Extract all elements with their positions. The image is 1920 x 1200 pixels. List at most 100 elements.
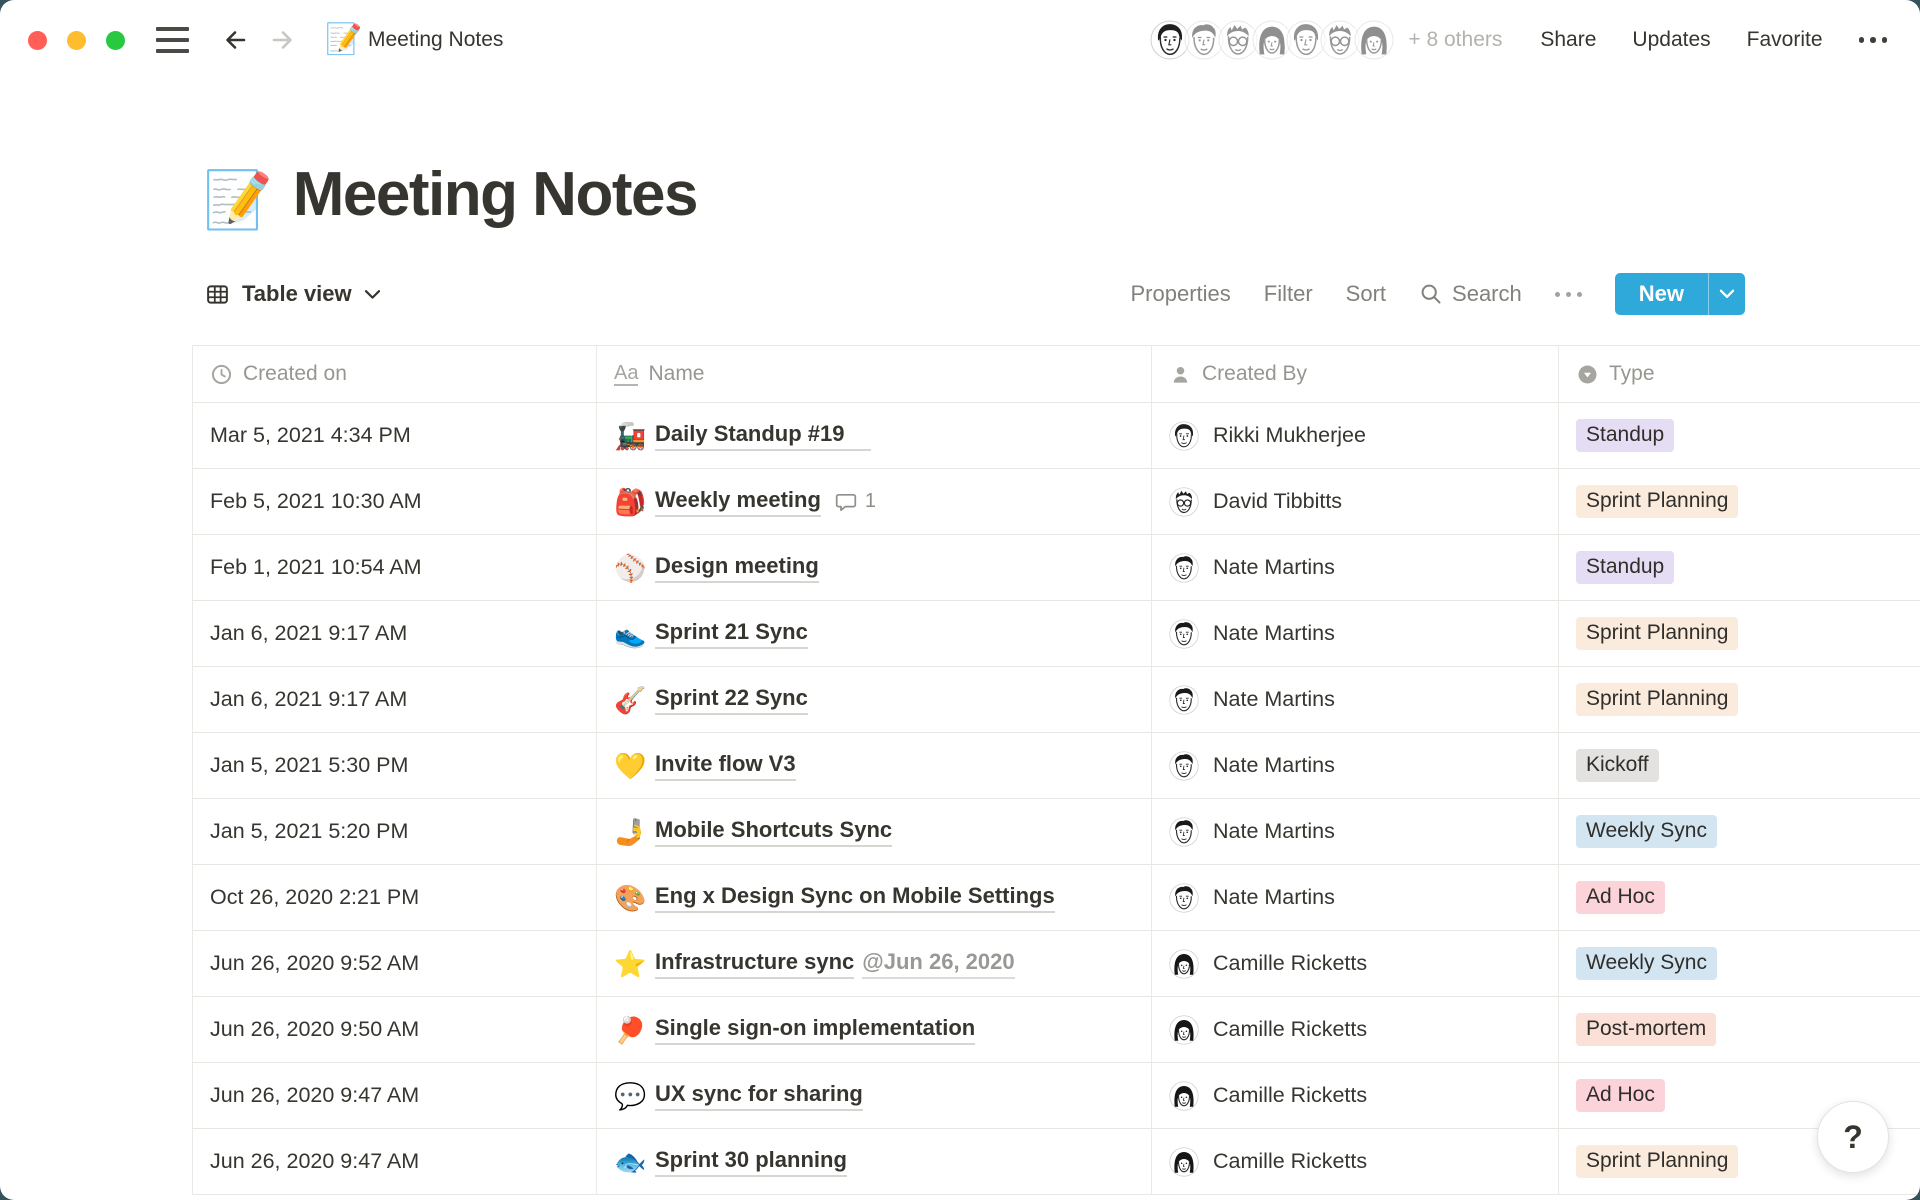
updates-button[interactable]: Updates (1632, 28, 1710, 52)
name-cell[interactable]: 💬 UX sync for sharing (597, 1063, 1152, 1128)
type-badge[interactable]: Sprint Planning (1576, 485, 1738, 518)
created-by-cell[interactable]: Nate Martins (1152, 733, 1559, 798)
favorite-button[interactable]: Favorite (1747, 28, 1823, 52)
help-button[interactable]: ? (1817, 1101, 1889, 1173)
type-badge[interactable]: Sprint Planning (1576, 617, 1738, 650)
created-by-cell[interactable]: David Tibbitts (1152, 469, 1559, 534)
comment-indicator[interactable]: 1 (834, 490, 876, 514)
name-cell[interactable]: 💛 Invite flow V3 (597, 733, 1152, 798)
created-on-cell[interactable]: Jun 26, 2020 9:52 AM (193, 931, 597, 996)
page-link[interactable]: Weekly meeting (655, 487, 821, 517)
type-cell[interactable]: Post-mortem (1559, 997, 1920, 1062)
created-on-cell[interactable]: Feb 1, 2021 10:54 AM (193, 535, 597, 600)
created-by-cell[interactable]: Camille Ricketts (1152, 931, 1559, 996)
type-badge[interactable]: Weekly Sync (1576, 947, 1717, 980)
sort-button[interactable]: Sort (1346, 281, 1386, 307)
share-button[interactable]: Share (1540, 28, 1596, 52)
created-on-cell[interactable]: Jun 26, 2020 9:47 AM (193, 1063, 597, 1128)
created-on-cell[interactable]: Jan 5, 2021 5:20 PM (193, 799, 597, 864)
name-cell[interactable]: 🎨 Eng x Design Sync on Mobile Settings (597, 865, 1152, 930)
breadcrumb[interactable]: 📝 Meeting Notes (325, 25, 503, 55)
date-mention[interactable]: @Jun 26, 2020 (862, 949, 1014, 979)
type-cell[interactable]: Standup (1559, 403, 1920, 468)
back-button[interactable] (219, 24, 251, 56)
created-by-cell[interactable]: Nate Martins (1152, 667, 1559, 732)
page-link[interactable]: UX sync for sharing (655, 1081, 863, 1111)
name-cell[interactable]: 🎒 Weekly meeting 1 (597, 469, 1152, 534)
page-link[interactable]: Eng x Design Sync on Mobile Settings (655, 883, 1055, 913)
name-cell[interactable]: 🤳 Mobile Shortcuts Sync (597, 799, 1152, 864)
created-on-cell[interactable]: Oct 26, 2020 2:21 PM (193, 865, 597, 930)
properties-button[interactable]: Properties (1131, 281, 1231, 307)
more-options-icon[interactable] (1859, 37, 1888, 43)
name-cell[interactable]: ⚾ Design meeting (597, 535, 1152, 600)
name-cell[interactable]: 🐟 Sprint 30 planning (597, 1129, 1152, 1194)
page-title[interactable]: Meeting Notes (293, 158, 697, 232)
type-badge[interactable]: Ad Hoc (1576, 881, 1665, 914)
column-header-type[interactable]: Type (1559, 346, 1920, 402)
type-cell[interactable]: Sprint Planning (1559, 667, 1920, 732)
type-cell[interactable]: Sprint Planning (1559, 469, 1920, 534)
column-header-created-on[interactable]: Created on (193, 346, 597, 402)
name-cell[interactable]: 🎸 Sprint 22 Sync (597, 667, 1152, 732)
collaborator-avatar[interactable] (1354, 20, 1394, 60)
type-cell[interactable]: Weekly Sync (1559, 799, 1920, 864)
created-on-cell[interactable]: Jan 6, 2021 9:17 AM (193, 601, 597, 666)
type-cell[interactable]: Ad Hoc (1559, 865, 1920, 930)
type-badge[interactable]: Standup (1576, 551, 1674, 584)
page-link[interactable]: Mobile Shortcuts Sync (655, 817, 892, 847)
name-cell[interactable]: ⭐ Infrastructure sync @Jun 26, 2020 (597, 931, 1152, 996)
created-on-cell[interactable]: Jan 5, 2021 5:30 PM (193, 733, 597, 798)
sidebar-menu-icon[interactable] (156, 27, 189, 53)
page-link[interactable]: Daily Standup #19 (655, 421, 871, 451)
created-by-cell[interactable]: Camille Ricketts (1152, 1129, 1559, 1194)
page-link[interactable]: Sprint 21 Sync (655, 619, 808, 649)
type-cell[interactable]: Weekly Sync (1559, 931, 1920, 996)
collaborators-overflow-label[interactable]: + 8 others (1408, 28, 1502, 52)
name-cell[interactable]: 👟 Sprint 21 Sync (597, 601, 1152, 666)
created-on-cell[interactable]: Jun 26, 2020 9:47 AM (193, 1129, 597, 1194)
minimize-window-button[interactable] (67, 31, 86, 50)
page-link[interactable]: Design meeting (655, 553, 819, 583)
table-view-switcher[interactable]: Table view (205, 281, 381, 307)
search-button[interactable]: Search (1419, 281, 1522, 307)
column-header-name[interactable]: Aa Name (597, 346, 1152, 402)
created-by-cell[interactable]: Nate Martins (1152, 601, 1559, 666)
type-cell[interactable]: Kickoff (1559, 733, 1920, 798)
created-by-cell[interactable]: Rikki Mukherjee (1152, 403, 1559, 468)
created-by-cell[interactable]: Camille Ricketts (1152, 1063, 1559, 1128)
zoom-window-button[interactable] (106, 31, 125, 50)
column-header-created-by[interactable]: Created By (1152, 346, 1559, 402)
type-badge[interactable]: Sprint Planning (1576, 683, 1738, 716)
name-cell[interactable]: 🚂 Daily Standup #19 (597, 403, 1152, 468)
type-cell[interactable]: Sprint Planning (1559, 601, 1920, 666)
created-by-cell[interactable]: Nate Martins (1152, 865, 1559, 930)
page-link[interactable]: Single sign-on implementation (655, 1015, 975, 1045)
name-cell[interactable]: 🏓 Single sign-on implementation (597, 997, 1152, 1062)
type-cell[interactable]: Standup (1559, 535, 1920, 600)
page-icon[interactable]: 📝 (203, 172, 273, 232)
created-by-cell[interactable]: Camille Ricketts (1152, 997, 1559, 1062)
new-button[interactable]: New (1615, 273, 1708, 315)
created-by-cell[interactable]: Nate Martins (1152, 535, 1559, 600)
close-window-button[interactable] (28, 31, 47, 50)
created-on-cell[interactable]: Feb 5, 2021 10:30 AM (193, 469, 597, 534)
type-badge[interactable]: Standup (1576, 419, 1674, 452)
created-on-cell[interactable]: Jun 26, 2020 9:50 AM (193, 997, 597, 1062)
page-link[interactable]: Invite flow V3 (655, 751, 796, 781)
new-dropdown-button[interactable] (1708, 273, 1745, 315)
view-more-options-icon[interactable] (1555, 292, 1582, 297)
created-by-cell[interactable]: Nate Martins (1152, 799, 1559, 864)
created-on-cell[interactable]: Mar 5, 2021 4:34 PM (193, 403, 597, 468)
type-badge[interactable]: Kickoff (1576, 749, 1659, 782)
page-link[interactable]: Sprint 22 Sync (655, 685, 808, 715)
created-on-cell[interactable]: Jan 6, 2021 9:17 AM (193, 667, 597, 732)
type-badge[interactable]: Post-mortem (1576, 1013, 1716, 1046)
page-link[interactable]: Sprint 30 planning (655, 1147, 847, 1177)
filter-button[interactable]: Filter (1264, 281, 1313, 307)
type-badge[interactable]: Sprint Planning (1576, 1145, 1738, 1178)
type-badge[interactable]: Ad Hoc (1576, 1079, 1665, 1112)
page-link[interactable]: Infrastructure sync (655, 949, 854, 979)
forward-button[interactable] (267, 24, 299, 56)
type-badge[interactable]: Weekly Sync (1576, 815, 1717, 848)
